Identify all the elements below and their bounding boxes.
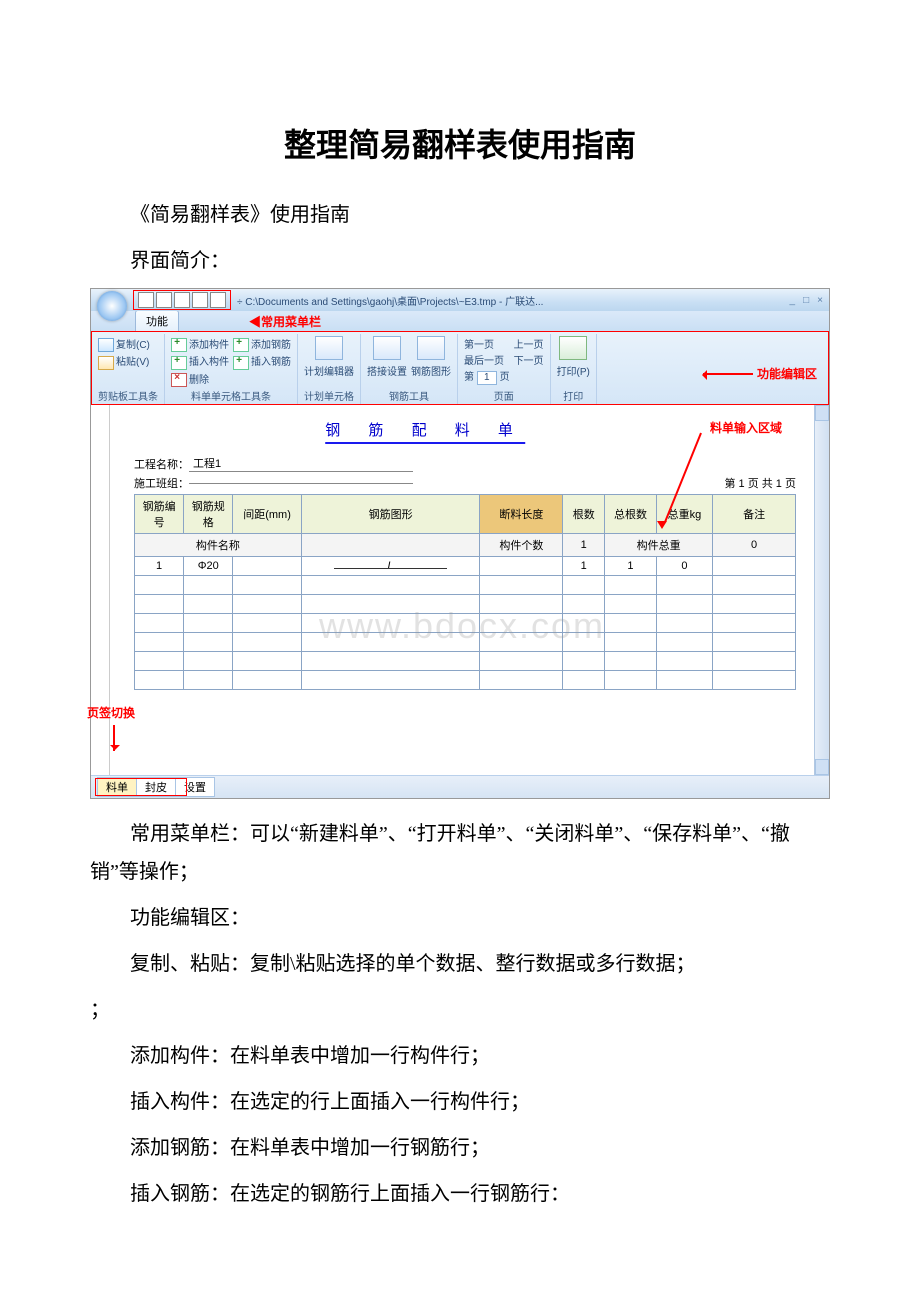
page-number-input[interactable]: 1 (477, 371, 497, 385)
app-screenshot: ÷ C:\Documents and Settings\gaohj\桌面\Pro… (90, 288, 830, 799)
scroll-down-button[interactable] (815, 759, 829, 775)
table-row[interactable] (135, 633, 796, 652)
group-label: 钢筋工具 (367, 387, 451, 404)
team-label: 施工班组： (134, 475, 189, 491)
page-indicator: 第 1 页 共 1 页 (724, 475, 796, 491)
close-button[interactable]: × (817, 295, 823, 306)
component-name-label: 构件名称 (135, 534, 302, 557)
annotation-tab-switch: 页签切换 (87, 704, 135, 721)
paragraph: 功能编辑区： (90, 899, 830, 937)
qat-undo-icon[interactable] (192, 292, 208, 308)
paragraph: 《简易翻样表》使用指南 (90, 196, 830, 234)
col-rebar-no: 钢筋编号 (135, 495, 184, 534)
group-label: 料单单元格工具条 (171, 387, 291, 404)
material-grid[interactable]: 钢筋编号 钢筋规格 间距(mm) 钢筋图形 断料长度 根数 总根数 总重kg 备… (134, 494, 796, 690)
maximize-button[interactable]: □ (803, 295, 809, 306)
window-title-path: ÷ C:\Documents and Settings\gaohj\桌面\Pro… (237, 293, 790, 308)
group-label: 页面 (464, 387, 544, 404)
component-weight-value: 0 (713, 534, 796, 557)
paper-canvas[interactable]: 料单输入区域 钢 筋 配 料 单 工程名称：工程1 施工班组： 第 1 页 共 1… (110, 405, 814, 775)
component-weight-label: 构件总重 (605, 534, 713, 557)
page-title: 整理简易翻样表使用指南 (90, 120, 830, 166)
delete-button[interactable]: 删除 (171, 371, 229, 387)
table-row[interactable] (135, 595, 796, 614)
table-row[interactable] (135, 671, 796, 690)
col-spacing: 间距(mm) (233, 495, 301, 534)
table-row[interactable] (135, 576, 796, 595)
group-label: 剪贴板工具条 (98, 387, 158, 404)
proj-name-value[interactable]: 工程1 (189, 455, 413, 472)
qat-redo-icon[interactable] (210, 292, 226, 308)
sheet-tab-settings[interactable]: 设置 (175, 777, 215, 797)
sheet-title: 钢 筋 配 料 单 (325, 419, 525, 444)
next-page-button[interactable]: 下一页 (514, 352, 544, 367)
last-page-button[interactable]: 最后一页 (464, 352, 510, 367)
paragraph: 添加构件：在料单表中增加一行构件行； (90, 1037, 830, 1075)
proj-name-label: 工程名称： (134, 456, 189, 472)
paragraph: ； (90, 991, 830, 1029)
plan-editor-icon (315, 336, 343, 360)
paragraph: 界面简介： (90, 242, 830, 280)
col-total-count: 总根数 (605, 495, 657, 534)
group-label: 计划单元格 (304, 387, 354, 404)
copy-button[interactable]: 复制(C) (98, 336, 150, 352)
insert-component-button[interactable]: 插入构件 (171, 353, 229, 369)
print-button[interactable]: 打印(P) (557, 363, 590, 378)
col-cut-length: 断料长度 (480, 495, 563, 534)
add-rebar-button[interactable]: 添加钢筋 (233, 336, 291, 352)
paragraph: 常用菜单栏：可以“新建料单”、“打开料单”、“关闭料单”、“保存料单”、“撤销”… (90, 815, 830, 891)
plan-editor-button[interactable]: 计划编辑器 (304, 363, 354, 378)
lap-settings-icon (373, 336, 401, 360)
qat-open-icon[interactable] (156, 292, 172, 308)
paragraph: 复制、粘贴：复制\粘贴选择的单个数据、整行数据或多行数据； (90, 945, 830, 983)
paragraph: 插入钢筋：在选定的钢筋行上面插入一行钢筋行： (90, 1175, 830, 1213)
annotation-arrow (113, 725, 115, 751)
quick-access-toolbar[interactable] (133, 290, 231, 310)
qat-save-icon[interactable] (174, 292, 190, 308)
scroll-up-button[interactable] (815, 405, 829, 421)
col-rebar-spec: 钢筋规格 (184, 495, 233, 534)
col-count: 根数 (563, 495, 605, 534)
group-label: 打印 (557, 387, 590, 404)
rebar-shape-button[interactable]: 钢筋图形 (411, 363, 451, 378)
col-shape: 钢筋图形 (301, 495, 480, 534)
ribbon-tab-function[interactable]: 功能 (135, 310, 179, 331)
lap-settings-button[interactable]: 搭接设置 (367, 363, 407, 378)
prev-page-button[interactable]: 上一页 (514, 336, 544, 351)
paste-button[interactable]: 粘贴(V) (98, 353, 150, 369)
worksheet-area: 料单输入区域 钢 筋 配 料 单 工程名称：工程1 施工班组： 第 1 页 共 1… (91, 405, 829, 775)
component-count-label: 构件个数 (480, 534, 563, 557)
window-titlebar: ÷ C:\Documents and Settings\gaohj\桌面\Pro… (91, 289, 829, 311)
vertical-scrollbar[interactable] (814, 405, 829, 775)
table-row[interactable] (135, 652, 796, 671)
component-name-value[interactable] (301, 534, 480, 557)
annotation-function-area: 功能编辑区 (703, 365, 817, 382)
sheet-tab-cover[interactable]: 封皮 (136, 777, 176, 797)
team-value[interactable] (189, 483, 413, 484)
paragraph: 添加钢筋：在料单表中增加一行钢筋行； (90, 1129, 830, 1167)
rebar-shape-icon (417, 336, 445, 360)
table-row[interactable]: 1 Φ20 L 1 1 0 (135, 557, 796, 576)
qat-new-icon[interactable] (138, 292, 154, 308)
table-row[interactable] (135, 614, 796, 633)
sheet-tabs: 料单 封皮 设置 (91, 775, 829, 798)
printer-icon (559, 336, 587, 360)
paragraph: 插入构件：在选定的行上面插入一行构件行； (90, 1083, 830, 1121)
col-remark: 备注 (713, 495, 796, 534)
first-page-button[interactable]: 第一页 (464, 336, 510, 351)
component-count-value[interactable]: 1 (563, 534, 605, 557)
minimize-button[interactable]: _ (790, 295, 796, 306)
sheet-tab-material[interactable]: 料单 (97, 777, 137, 797)
insert-rebar-button[interactable]: 插入钢筋 (233, 353, 291, 369)
ribbon-tabs: 功能 (91, 311, 829, 331)
office-orb-button[interactable] (97, 291, 127, 321)
annotation-input-area: 料单输入区域 (710, 419, 782, 436)
add-component-button[interactable]: 添加构件 (171, 336, 229, 352)
annotation-qat: ◀常用菜单栏 (249, 313, 321, 330)
